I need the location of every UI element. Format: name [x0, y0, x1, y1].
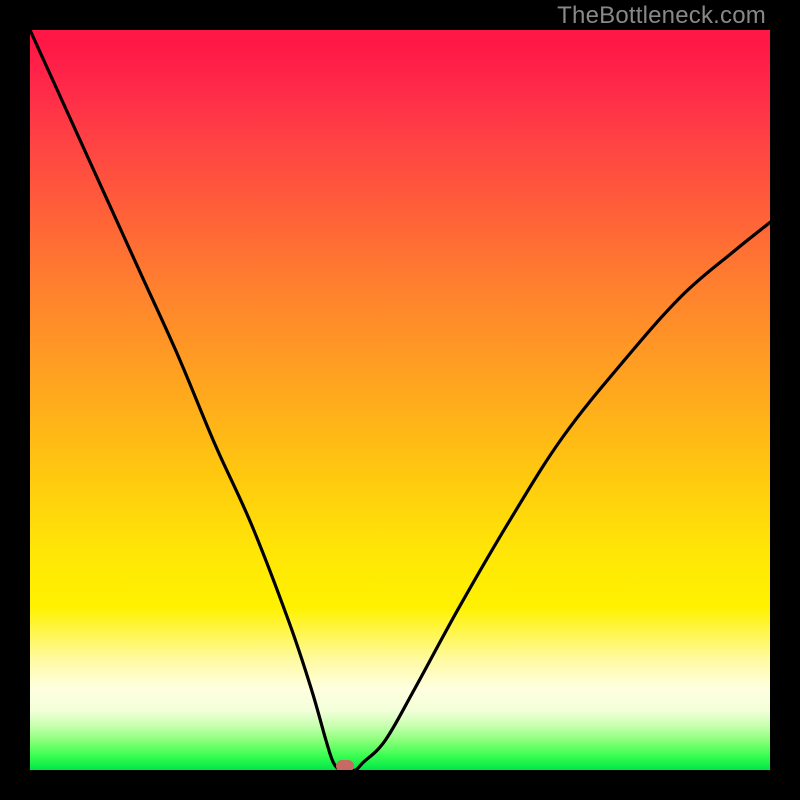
plot-area	[30, 30, 770, 770]
minimum-marker	[336, 760, 354, 770]
watermark-text: TheBottleneck.com	[557, 2, 766, 30]
chart-frame: TheBottleneck.com	[0, 0, 800, 800]
curve-svg	[30, 30, 770, 770]
bottleneck-curve	[30, 30, 770, 770]
